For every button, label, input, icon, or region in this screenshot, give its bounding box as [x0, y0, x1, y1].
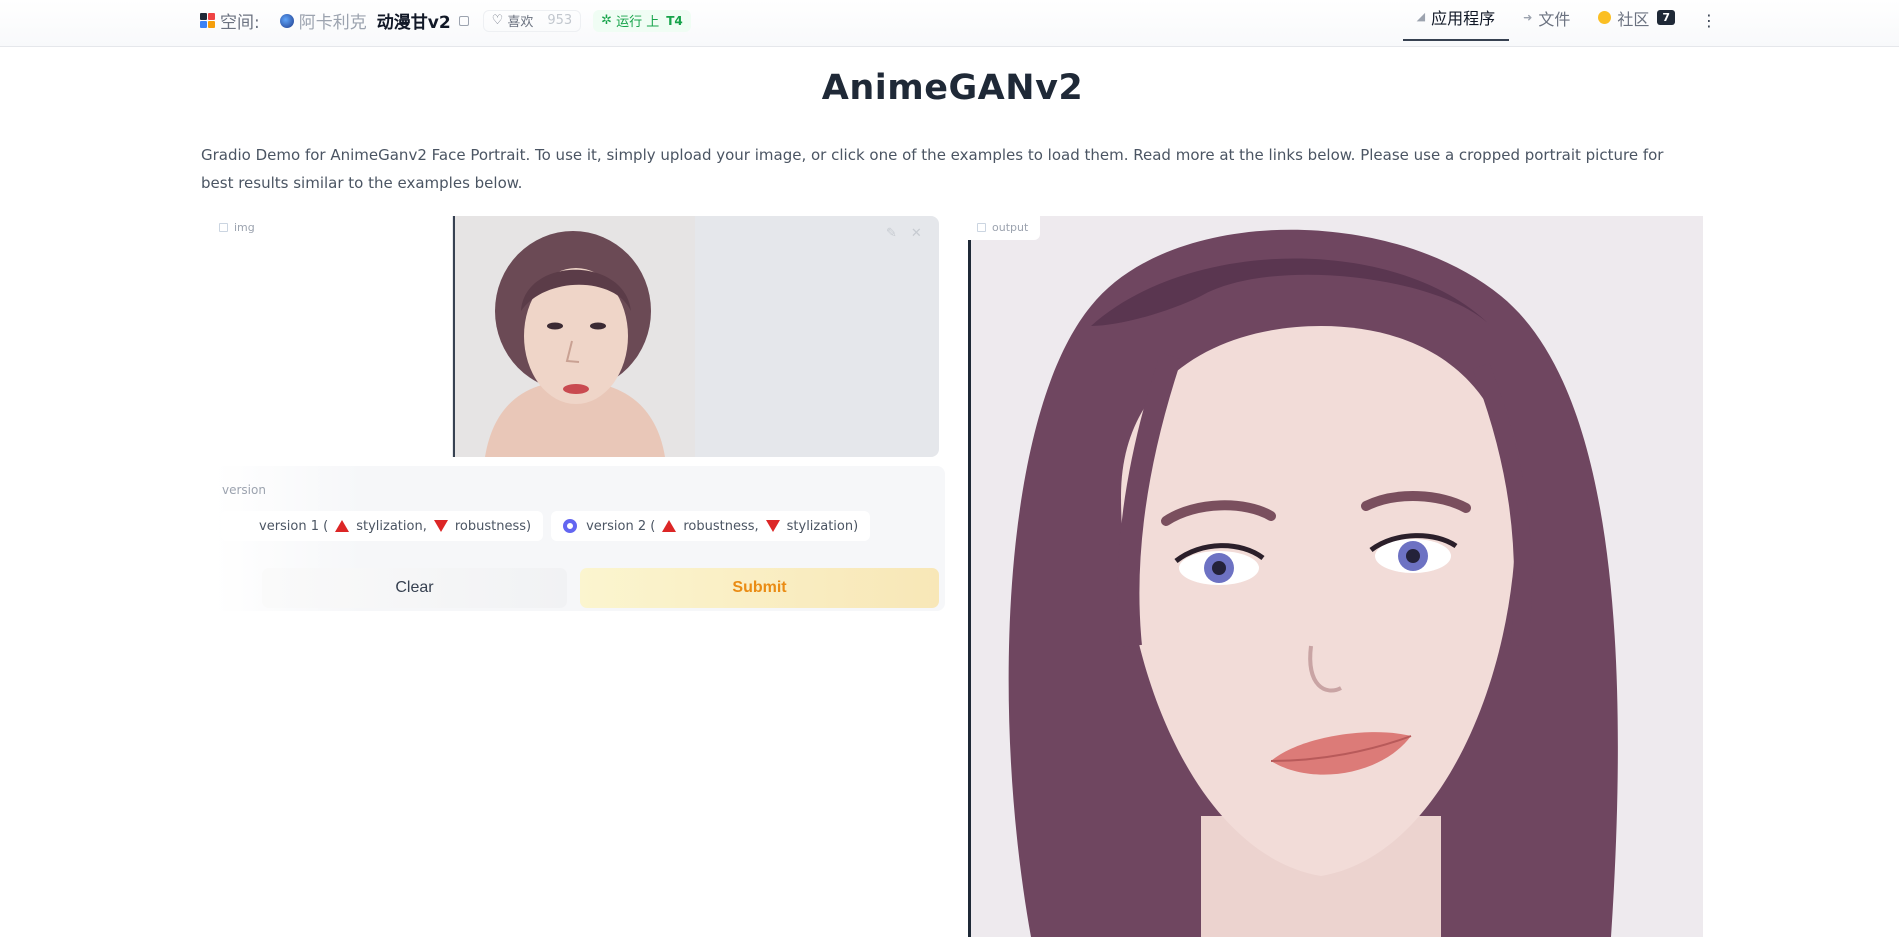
copy-icon[interactable] [458, 15, 469, 26]
community-icon [1598, 11, 1612, 24]
files-icon: ➜ [1523, 11, 1533, 24]
owner-link[interactable]: 阿卡利克 [299, 8, 367, 33]
input-image-label: img [219, 221, 255, 234]
spaces-link[interactable]: 空间: [220, 8, 260, 33]
repo-name-link[interactable]: 动漫甘v2 [377, 8, 451, 33]
version-1-option[interactable]: version 1 ( stylization, robustness) [221, 511, 544, 541]
tab-community-label: 社区 [1617, 9, 1650, 29]
submit-button[interactable]: Submit [580, 568, 939, 608]
radio-selected-icon[interactable] [563, 519, 578, 533]
like-count[interactable]: 953 [547, 13, 572, 28]
top-navbar: 空间: 阿卡利克 动漫甘v2 ♡ 喜欢 953 ✲ 运行 上 T4 ◢ 应用程序… [0, 0, 1899, 47]
page-title: AnimeGANv2 [821, 68, 1084, 108]
version-2-text: version 2 ( [586, 518, 656, 534]
output-image-label: output [977, 221, 1028, 234]
version-2-word1: robustness, [683, 518, 759, 534]
output-image [968, 216, 1703, 937]
version-2-word2: stylization) [786, 518, 859, 534]
image-tools: ✎ ✕ [886, 226, 922, 241]
edit-icon[interactable]: ✎ [886, 226, 897, 241]
input-label-text: img [234, 221, 255, 234]
tab-app-label: 应用程序 [1431, 8, 1496, 28]
owner-avatar [279, 13, 294, 28]
space-header: 空间: 阿卡利克 动漫甘v2 ♡ 喜欢 953 ✲ 运行 上 T4 [200, 0, 691, 41]
status-badge[interactable]: ✲ 运行 上 T4 [593, 9, 691, 32]
version-2-option[interactable]: version 2 ( robustness, stylization) [551, 511, 871, 541]
page-description: Gradio Demo for AnimeGanv2 Face Portrait… [201, 146, 1664, 192]
version-1-text: version 1 ( [259, 518, 329, 534]
clear-button[interactable]: Clear [262, 568, 567, 608]
like-button[interactable]: ♡ 喜欢 953 [482, 9, 582, 32]
tab-app[interactable]: ◢ 应用程序 [1402, 0, 1510, 41]
version-1-word2: robustness) [454, 518, 532, 534]
running-icon: ✲ [601, 13, 613, 28]
more-options-icon[interactable]: ⋮ [1689, 0, 1729, 41]
app-icon: ◢ [1416, 10, 1426, 23]
output-label-text: output [992, 221, 1029, 234]
tab-files[interactable]: ➜ 文件 [1509, 0, 1584, 41]
version-label: version [222, 483, 266, 497]
increase-triangle-icon [335, 520, 350, 532]
hardware-label: T4 [666, 13, 683, 28]
version-options: version 1 ( stylization, robustness) ver… [221, 511, 871, 541]
decrease-triangle-icon [765, 520, 780, 532]
spaces-icon [200, 13, 215, 28]
increase-triangle-icon [662, 520, 677, 532]
like-label: 喜欢 [507, 15, 534, 30]
image-icon [219, 223, 228, 232]
image-icon [977, 223, 986, 232]
space-tabs: ◢ 应用程序 ➜ 文件 社区 7 ⋮ [1402, 0, 1899, 47]
heart-icon: ♡ [491, 13, 504, 28]
decrease-triangle-icon [433, 520, 448, 532]
input-image-preview [453, 216, 695, 457]
close-icon[interactable]: ✕ [911, 226, 922, 241]
status-label: 运行 上 [616, 15, 660, 30]
tab-files-label: 文件 [1538, 9, 1571, 29]
tab-community[interactable]: 社区 7 [1584, 0, 1689, 41]
community-count-badge: 7 [1657, 10, 1675, 25]
version-1-word1: stylization, [356, 518, 427, 534]
